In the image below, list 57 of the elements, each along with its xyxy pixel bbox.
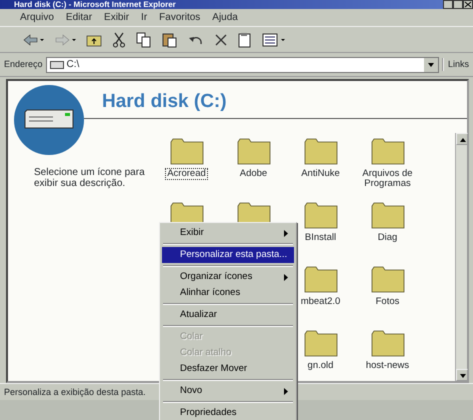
folder-label[interactable]: host-news (364, 360, 412, 372)
menu-item[interactable]: Exibir (162, 225, 294, 241)
menu-item[interactable]: Propriedades (162, 405, 294, 420)
scroll-up-icon[interactable] (456, 133, 468, 145)
menu-item[interactable]: Favoritos (159, 10, 200, 25)
scrollbar[interactable] (455, 133, 467, 381)
folder-title: Hard disk (C:) (84, 88, 467, 119)
menu-item[interactable]: Desfazer Mover (162, 361, 294, 377)
address-field[interactable]: C:\ (46, 56, 439, 72)
folder-label[interactable]: gn.old (306, 360, 336, 372)
menu-item[interactable]: Alinhar ícones (162, 285, 294, 301)
delete-icon[interactable] (214, 32, 228, 46)
submenu-arrow-icon (284, 274, 288, 280)
folder-icon[interactable] (370, 137, 404, 165)
back-icon[interactable] (22, 32, 44, 46)
folder-label[interactable]: AntiNuke (299, 168, 342, 180)
submenu-arrow-icon (284, 388, 288, 394)
folder-label[interactable]: Diag (376, 232, 400, 244)
window-controls-icon[interactable] (443, 0, 473, 9)
folder-label[interactable]: Arquivos de Programas (354, 168, 421, 191)
folder-icon[interactable] (304, 329, 338, 357)
folder-icon[interactable] (170, 137, 204, 165)
folder-label[interactable]: mbeat2.0 (298, 296, 342, 308)
folder-up-icon[interactable] (86, 32, 102, 46)
copy-icon[interactable] (136, 32, 152, 48)
menu-item[interactable]: Atualizar (162, 307, 294, 323)
folder-icon[interactable] (370, 329, 404, 357)
folder-icon[interactable] (304, 201, 338, 229)
cut-icon[interactable] (112, 32, 126, 48)
folder-label[interactable]: Adobe (238, 168, 270, 180)
window-title: Hard disk (C:) - Microsoft Internet Explorer (14, 0, 176, 9)
folder-label[interactable]: Acroread (165, 168, 208, 180)
menu-item[interactable]: Novo (162, 383, 294, 399)
scroll-down-icon[interactable] (456, 369, 468, 381)
menu-item[interactable]: Ir (141, 10, 148, 25)
views-icon[interactable] (262, 32, 286, 46)
menu-item[interactable]: Ajuda (212, 10, 238, 25)
menu-item[interactable]: Exibir (104, 10, 130, 25)
folder-icon[interactable] (370, 201, 404, 229)
properties-icon[interactable] (238, 32, 252, 48)
folder-icon[interactable] (236, 137, 270, 165)
folder-icon[interactable] (304, 137, 338, 165)
links-button[interactable]: Links (442, 58, 469, 72)
folder-label[interactable]: BInstall (302, 232, 338, 244)
drive-icon (50, 60, 64, 68)
address-label: Endereço (4, 58, 43, 71)
submenu-arrow-icon (284, 230, 288, 236)
address-value: C:\ (66, 58, 80, 72)
paste-icon[interactable] (162, 32, 178, 48)
folder-icon[interactable] (304, 265, 338, 293)
menu-item[interactable]: Arquivo (20, 10, 54, 25)
menu-item[interactable]: Personalizar esta pasta... (162, 247, 294, 263)
menu-item[interactable]: Organizar ícones (162, 269, 294, 285)
folder-icon[interactable] (370, 265, 404, 293)
menu-item[interactable]: Editar (66, 10, 92, 25)
folder-label[interactable]: Fotos (374, 296, 402, 308)
description-text: Selecione um ícone para exibir sua descrição. (33, 166, 146, 191)
